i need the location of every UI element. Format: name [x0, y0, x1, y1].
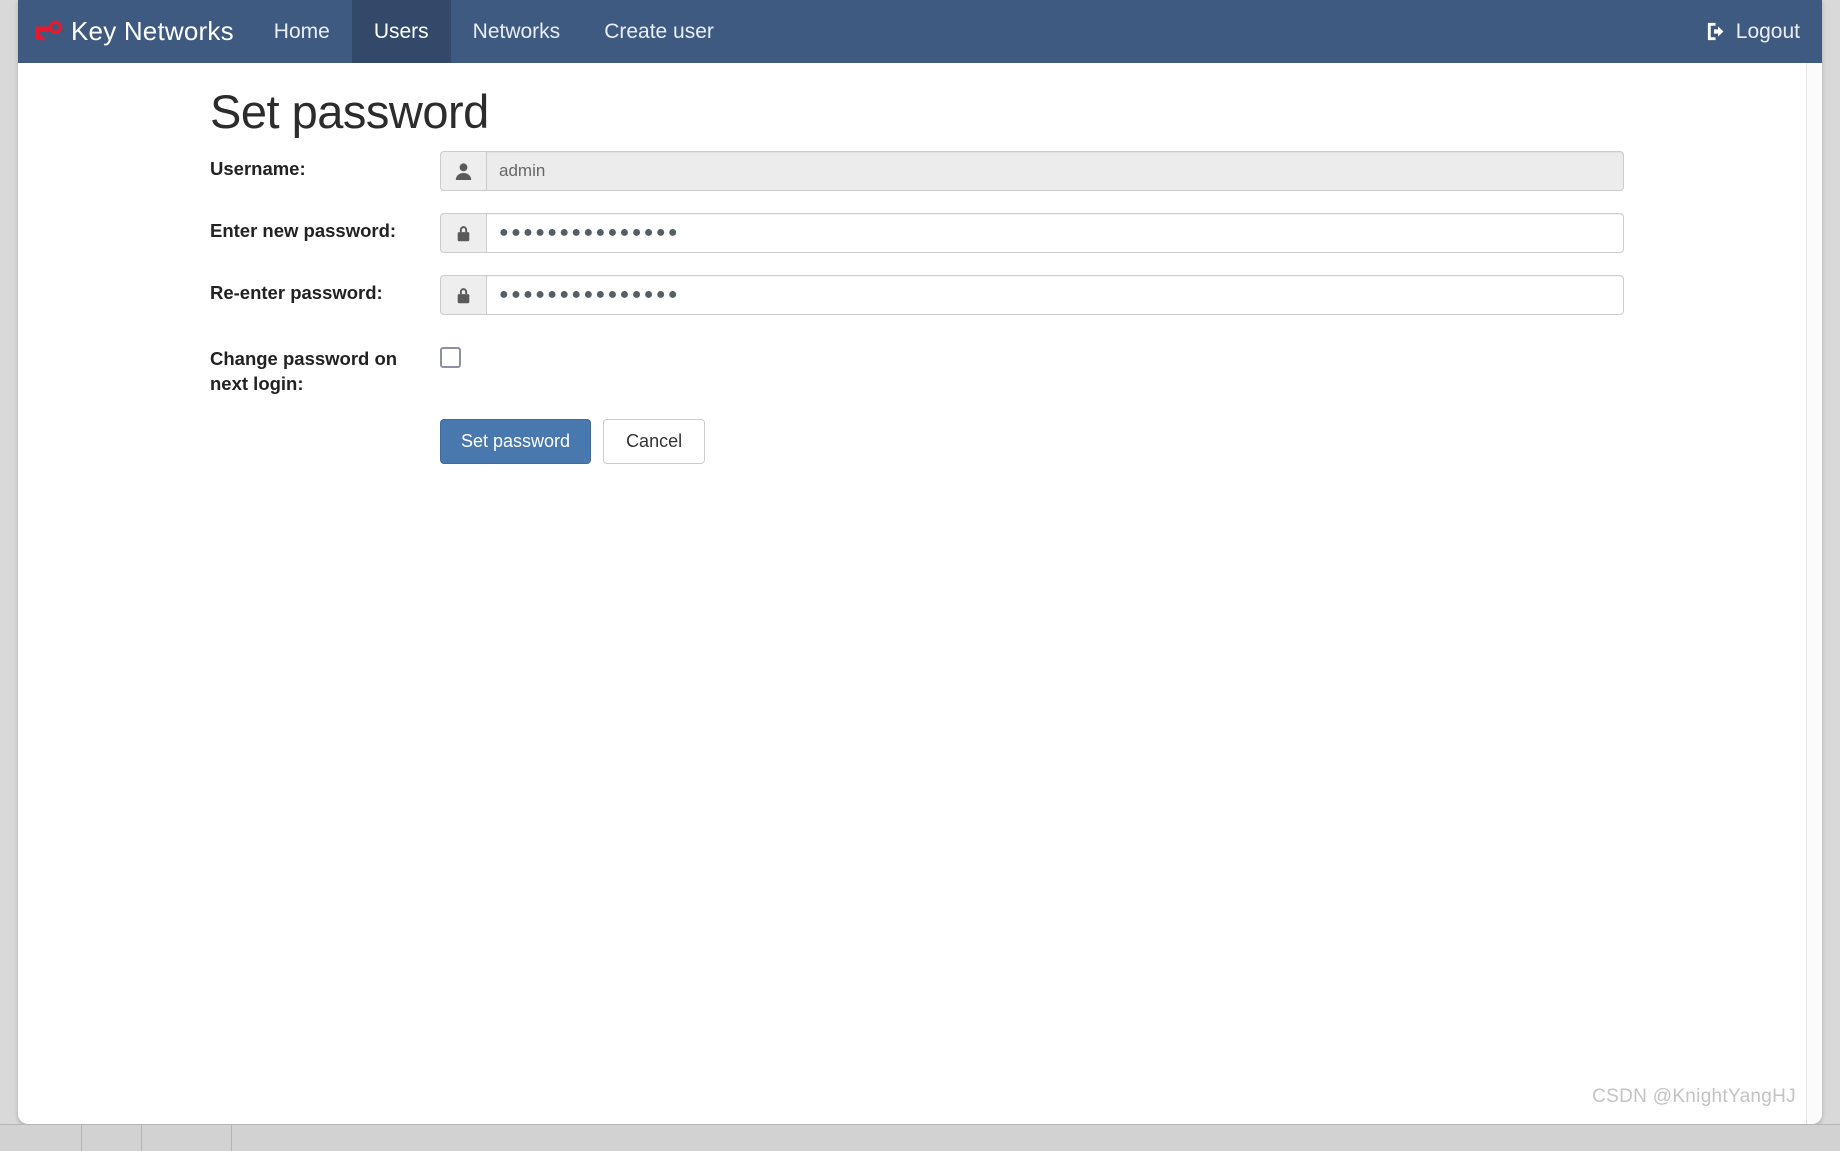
- os-taskbar: [0, 1124, 1840, 1151]
- action-button-bar: Set password Cancel: [440, 418, 706, 464]
- username-label: Username:: [210, 158, 306, 180]
- taskbar-cell[interactable]: [0, 1125, 82, 1151]
- lock-icon: [440, 275, 486, 316]
- key-icon: [35, 20, 62, 40]
- username-input: [486, 151, 1624, 192]
- logout-button[interactable]: Logout: [1705, 20, 1800, 44]
- nav-item-networks[interactable]: Networks: [451, 0, 583, 63]
- new-password-label: Enter new password:: [210, 220, 397, 242]
- form-row-change-on-next-login: Change password on next login:: [18, 341, 1822, 397]
- brand-label: Key Networks: [71, 16, 234, 46]
- watermark: CSDN @KnightYangHJ: [1592, 1086, 1796, 1107]
- user-icon: [440, 151, 486, 192]
- taskbar-cell[interactable]: [82, 1125, 142, 1151]
- screen: Key Networks Home Users Networks Create …: [0, 0, 1840, 1151]
- brand-link[interactable]: Key Networks: [18, 0, 252, 63]
- new-password-input[interactable]: [486, 213, 1624, 254]
- change-password-next-login-checkbox[interactable]: [440, 347, 461, 369]
- form-row-new-password: Enter new password:: [18, 213, 1822, 254]
- main-navbar: Key Networks Home Users Networks Create …: [18, 0, 1822, 63]
- nav-item-create-user[interactable]: Create user: [582, 0, 736, 63]
- change-password-next-login-label: Change password on next login:: [210, 348, 398, 395]
- nav-item-home[interactable]: Home: [252, 0, 352, 63]
- username-input-group: [440, 151, 1624, 192]
- cancel-button[interactable]: Cancel: [603, 418, 706, 464]
- form-row-actions: Set password Cancel: [18, 418, 1822, 464]
- nav-links: Home Users Networks Create user: [252, 0, 736, 63]
- nav-item-users[interactable]: Users: [351, 0, 451, 63]
- logout-label: Logout: [1735, 19, 1800, 43]
- taskbar-cell[interactable]: [142, 1125, 232, 1151]
- set-password-button[interactable]: Set password: [440, 418, 592, 464]
- confirm-password-label: Re-enter password:: [210, 282, 383, 304]
- form-row-username: Username:: [18, 151, 1822, 192]
- set-password-form: Username: Enter new password:: [18, 151, 1822, 464]
- main-content: Set password Username: admin Enter new p…: [18, 63, 1822, 464]
- confirm-password-input-group: [440, 275, 1624, 316]
- lock-icon: [440, 213, 486, 254]
- navbar-right: Logout: [1705, 0, 1822, 63]
- form-row-confirm-password: Re-enter password:: [18, 275, 1822, 316]
- sign-out-icon: [1707, 22, 1724, 41]
- confirm-password-input[interactable]: [486, 275, 1624, 316]
- browser-page-panel: Key Networks Home Users Networks Create …: [18, 0, 1822, 1124]
- page-title: Set password: [210, 85, 489, 138]
- new-password-input-group: [440, 213, 1624, 254]
